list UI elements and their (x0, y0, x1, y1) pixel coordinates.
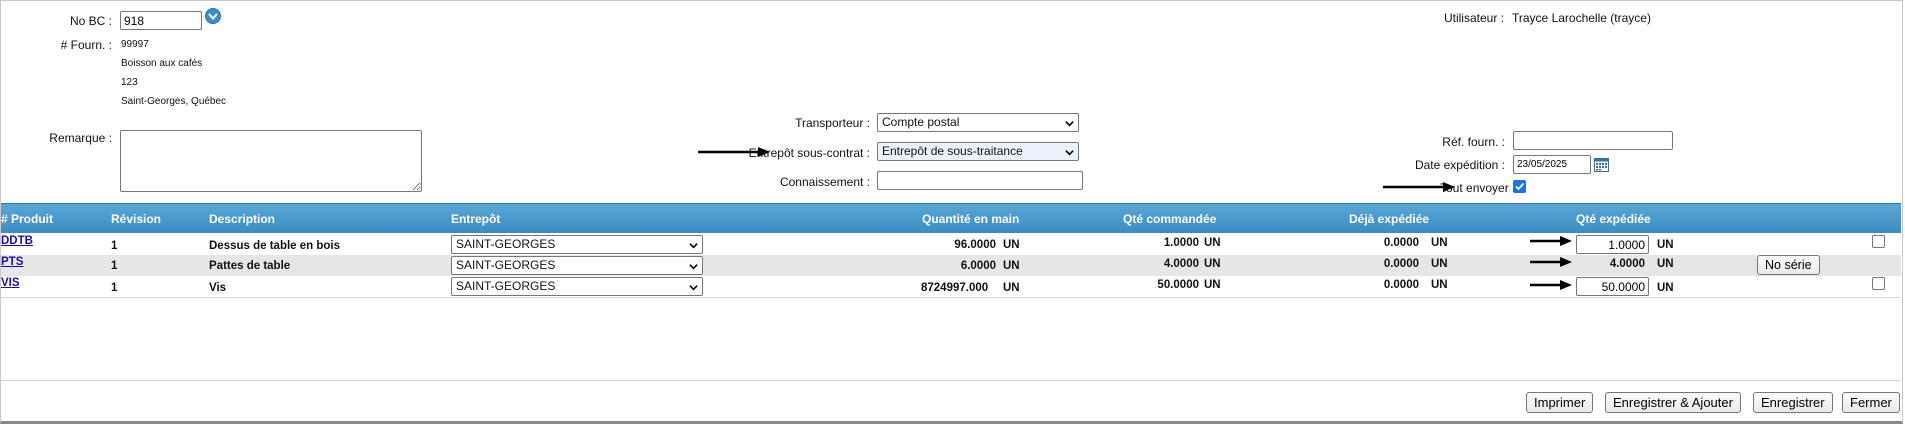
chevron-down-icon (1065, 150, 1074, 156)
col-description: Description (209, 212, 276, 226)
remarque-label: Remarque : (49, 131, 112, 145)
supplier-name: Boisson aux cafés (121, 58, 203, 69)
qte-expediee-input[interactable] (1576, 277, 1649, 296)
revision-value: 1 (111, 282, 118, 294)
qte-main-unit: UN (1003, 239, 1020, 251)
col-qte-main: Quantité en main (922, 212, 1020, 226)
col-deja-expediee: Déjà expédiée (1349, 212, 1430, 226)
entrepot-value: SAINT-GEORGES (456, 279, 556, 293)
col-qte-expediee: Qté expédiée (1576, 212, 1651, 226)
save-and-add-button[interactable]: Enregistrer & Ajouter (1605, 392, 1741, 413)
no-bc-label: No BC : (69, 14, 112, 28)
chevron-down-icon (689, 285, 698, 291)
date-expedition-input[interactable] (1513, 155, 1591, 174)
entrepot-value: SAINT-GEORGES (456, 237, 556, 251)
col-produit: # Produit (1, 212, 54, 226)
entrepot-select[interactable]: SAINT-GEORGES (451, 235, 703, 254)
table-row: PTS 1 Pattes de table SAINT-GEORGES 6.00… (1, 255, 1901, 276)
fourn-label: # Fourn. : (60, 38, 112, 52)
qte-commandee-value: 50.0000 (1157, 279, 1199, 291)
deja-expediee-unit: UN (1431, 279, 1448, 291)
qte-main-value: 6.0000 (960, 260, 996, 272)
entrepot-select[interactable]: SAINT-GEORGES (451, 277, 703, 296)
deja-expediee-unit: UN (1431, 258, 1448, 270)
entrepot-value: SAINT-GEORGES (456, 258, 556, 272)
qte-expediee-unit: UN (1657, 282, 1674, 294)
entrepot-sc-label: Entrepôt sous-contrat : (748, 146, 870, 160)
col-qte-commandee: Qté commandée (1123, 212, 1217, 226)
footer-divider (1, 380, 1901, 381)
transporteur-select[interactable]: Compte postal (877, 113, 1079, 132)
qte-expediee-value: 4.0000 (1609, 258, 1645, 270)
revision-value: 1 (111, 260, 118, 272)
deja-expediee-unit: UN (1431, 237, 1448, 249)
entrepot-sc-value: Entrepôt de sous-traitance (882, 144, 1023, 158)
deja-expediee-value: 0.0000 (1383, 279, 1419, 291)
user-label: Utilisateur : (1443, 11, 1504, 25)
date-expedition-label: Date expédition : (1414, 158, 1505, 172)
chevron-down-icon (1065, 121, 1074, 127)
transporteur-label: Transporteur : (795, 116, 870, 130)
qte-commandee-unit: UN (1204, 237, 1221, 249)
table-header: # Produit Révision Description Entrepôt … (1, 203, 1901, 233)
connaissement-label: Connaissement : (779, 175, 870, 189)
table-bottom-divider (1, 297, 1901, 298)
qte-main-unit: UN (1003, 282, 1020, 294)
qte-commandee-value: 4.0000 (1163, 258, 1199, 270)
description-value: Dessus de table en bois (209, 240, 341, 252)
revision-value: 1 (111, 240, 118, 252)
description-value: Pattes de table (209, 260, 291, 272)
entrepot-sc-select[interactable]: Entrepôt de sous-traitance (877, 142, 1079, 161)
description-value: Vis (209, 282, 227, 294)
tout-envoyer-label: Tout envoyer : (1440, 181, 1516, 195)
row-checkbox[interactable] (1872, 277, 1885, 290)
transporteur-value: Compte postal (882, 115, 960, 129)
qte-commandee-unit: UN (1204, 258, 1221, 270)
entrepot-select[interactable]: SAINT-GEORGES (451, 256, 703, 275)
qte-main-unit: UN (1003, 260, 1020, 272)
chevron-down-icon (689, 243, 698, 249)
arrow-right-icon (1530, 236, 1572, 246)
qte-main-value: 8724997.000 (921, 282, 989, 294)
supplier-address: 123 (121, 77, 138, 88)
close-button[interactable]: Fermer (1842, 392, 1900, 413)
supplier-number: 99997 (121, 39, 149, 50)
qte-expediee-unit: UN (1657, 239, 1674, 251)
col-entrepot: Entrepôt (451, 212, 501, 226)
qte-commandee-value: 1.0000 (1163, 237, 1199, 249)
qte-expediee-input[interactable] (1576, 235, 1649, 254)
ref-fourn-input[interactable] (1513, 131, 1673, 150)
product-link[interactable]: VIS (1, 277, 20, 289)
col-revision: Révision (111, 212, 162, 226)
deja-expediee-value: 0.0000 (1383, 258, 1419, 270)
user-value: Trayce Larochelle (trayce) (1512, 11, 1651, 25)
supplier-city: Saint-Georges, Québec (121, 96, 227, 107)
no-bc-input[interactable] (120, 11, 202, 30)
tout-envoyer-checkbox[interactable] (1513, 180, 1526, 193)
ref-fourn-label: Réf. fourn. : (1442, 135, 1505, 149)
product-link[interactable]: PTS (1, 256, 23, 268)
connaissement-input[interactable] (877, 171, 1083, 190)
deja-expediee-value: 0.0000 (1383, 237, 1419, 249)
print-button[interactable]: Imprimer (1526, 392, 1594, 413)
product-link[interactable]: DDTB (1, 235, 33, 247)
calendar-icon[interactable] (1594, 157, 1609, 172)
dropdown-circle-icon[interactable] (205, 8, 221, 24)
chevron-down-icon (689, 264, 698, 270)
arrow-right-icon (1530, 280, 1572, 290)
table-row: DDTB 1 Dessus de table en bois SAINT-GEO… (1, 234, 1901, 255)
table-row: VIS 1 Vis SAINT-GEORGES 8724997.000 UN 5… (1, 276, 1901, 297)
serial-number-button[interactable]: No série (1757, 255, 1820, 275)
save-button[interactable]: Enregistrer (1753, 392, 1833, 413)
remarque-textarea[interactable] (120, 130, 422, 192)
qte-main-value: 96.0000 (954, 239, 996, 251)
qte-commandee-unit: UN (1204, 279, 1221, 291)
qte-expediee-unit: UN (1657, 258, 1674, 270)
row-checkbox[interactable] (1872, 235, 1885, 248)
